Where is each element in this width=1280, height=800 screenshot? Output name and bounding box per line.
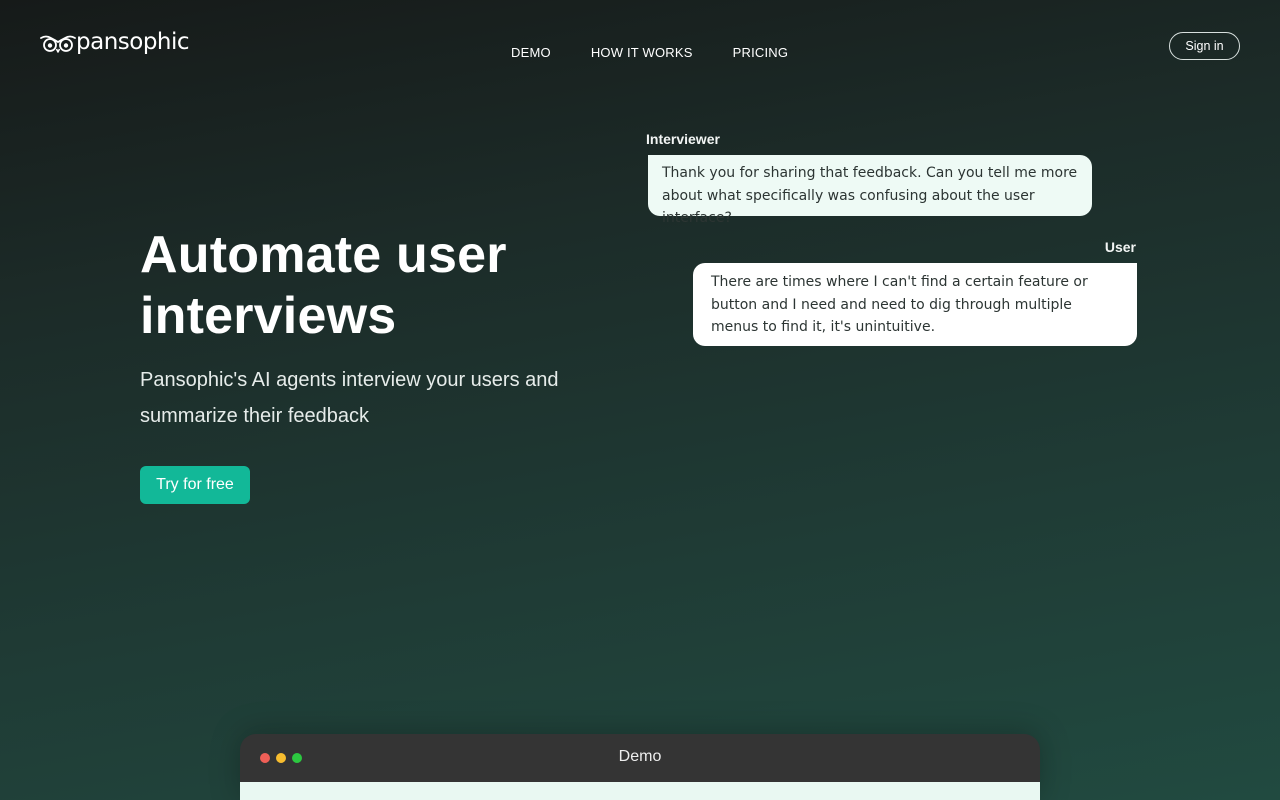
hero-title: Automate user interviews <box>140 226 507 345</box>
nav-link-demo[interactable]: DEMO <box>511 45 551 61</box>
demo-window: Demo <box>240 734 1040 800</box>
user-label: User <box>1104 239 1136 255</box>
try-for-free-button[interactable]: Try for free <box>140 466 250 504</box>
sign-in-button[interactable]: Sign in <box>1169 32 1240 60</box>
main-nav: DEMO HOW IT WORKS PRICING <box>511 45 788 61</box>
brand-name: pansophic <box>76 29 190 55</box>
hero-subtitle: Pansophic's AI agents interview your use… <box>140 369 559 427</box>
owl-eyes-icon <box>40 32 76 54</box>
interviewer-label: Interviewer <box>646 131 720 147</box>
interviewer-message-bubble: Thank you for sharing that feedback. Can… <box>648 155 1092 226</box>
demo-window-title: Demo <box>618 748 662 765</box>
nav-link-how-it-works[interactable]: HOW IT WORKS <box>591 45 693 61</box>
nav-link-pricing[interactable]: PRICING <box>733 45 789 61</box>
brand-logo[interactable]: pansophic <box>40 29 190 57</box>
user-message-bubble: There are times where I can't find a cer… <box>693 263 1137 346</box>
site-header: pansophic DEMO HOW IT WORKS PRICING Sign… <box>0 0 1280 92</box>
demo-window-content <box>240 782 1040 800</box>
